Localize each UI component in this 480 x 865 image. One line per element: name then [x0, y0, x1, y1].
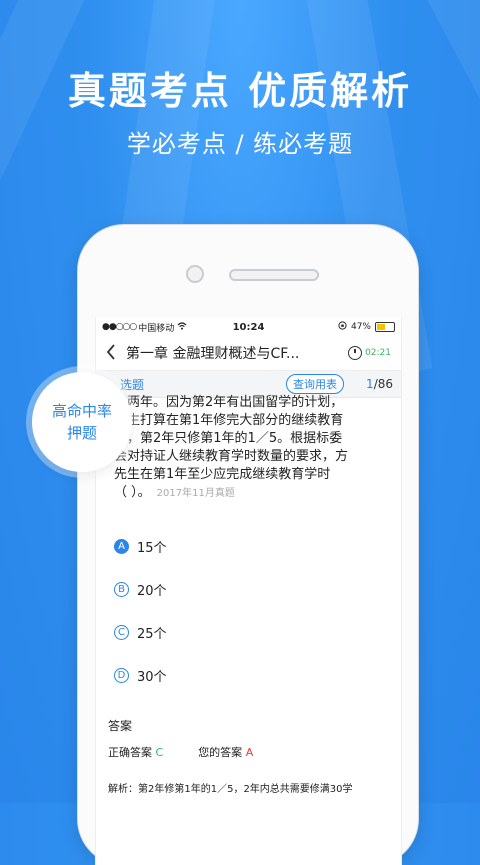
- your-answer-value: A: [245, 746, 254, 759]
- chapter-title: 第一章 金融理财概述与CF...: [126, 346, 300, 362]
- option-letter: A: [114, 539, 129, 554]
- correct-answer-value: C: [155, 746, 164, 759]
- promo-headline: 真题考点 优质解析: [67, 69, 413, 113]
- question-type-label: 选题: [120, 377, 145, 392]
- question-line: 先生打算在第1年修完大部分的继续教育: [114, 413, 344, 428]
- option-letter: D: [114, 668, 129, 683]
- analysis-text: 解析：第2年修第1年的1／5，2年内总共需要修满30学: [108, 784, 353, 795]
- high-hit-rate-badge: 高命中率 押题: [32, 372, 132, 472]
- battery-icon: [375, 322, 395, 332]
- battery-percent: 47%: [350, 322, 371, 332]
- badge-line-1: 高命中率: [51, 402, 112, 420]
- question-line: 会对持证人继续教育学时数量的要求，方: [114, 449, 349, 464]
- option-c[interactable]: C 25个: [114, 611, 401, 654]
- promo-subline: 学必考点 / 练必考题: [126, 130, 354, 158]
- answer-section: 答案 正确答案 C 您的答案 A 解析：第2年修第1年的1／5，2年内总共需要修…: [96, 717, 401, 795]
- stopwatch-icon: [348, 346, 363, 360]
- question-line: 时，第2年只修第1年的1／5。根据标委: [114, 431, 343, 446]
- timer[interactable]: 02:21: [348, 346, 391, 360]
- question-line: （ ）。: [114, 485, 151, 500]
- page-indicator: 1/86: [366, 377, 393, 391]
- nav-bar: 第一章 金融理财概述与CF... 02:21: [96, 336, 401, 371]
- answer-heading: 答案: [108, 719, 133, 733]
- question-line: 为两年。因为第2年有出国留学的计划，: [114, 395, 344, 410]
- correct-answer-label: 正确答案: [108, 746, 152, 759]
- your-answer-label: 您的答案: [198, 746, 243, 759]
- option-b[interactable]: B 20个: [114, 568, 401, 611]
- lookup-table-button[interactable]: 查询用表: [286, 374, 345, 394]
- question-source: 2017年11月真题: [156, 488, 235, 499]
- timer-value: 02:21: [365, 348, 391, 358]
- app-screen: ●●○○○ 中国移动 10:24 47% 第一章 金融理财概述与CF... 02…: [95, 318, 402, 865]
- rotation-lock-icon: [338, 321, 347, 333]
- status-bar: ●●○○○ 中国移动 10:24 47%: [96, 318, 401, 336]
- camera-icon: [186, 265, 204, 283]
- total-pages: /86: [373, 377, 393, 391]
- answer-row: 正确答案 C 您的答案 A: [108, 744, 401, 760]
- option-d[interactable]: D 30个: [114, 654, 401, 697]
- option-letter: B: [114, 582, 129, 597]
- option-text: 30个: [137, 670, 167, 685]
- current-page: 1: [366, 377, 374, 391]
- option-text: 20个: [137, 584, 167, 599]
- option-text: 15个: [137, 541, 167, 556]
- option-letter: C: [114, 625, 129, 640]
- speaker-grille: [229, 269, 319, 281]
- badge-line-2: 押题: [66, 424, 97, 442]
- option-text: 25个: [137, 627, 167, 642]
- option-a[interactable]: A 15个: [114, 525, 401, 568]
- options-list: A 15个 B 20个 C 25个 D 30个: [96, 525, 401, 697]
- question-line: 先生在第1年至少应完成继续教育学时: [114, 467, 331, 482]
- back-arrow-icon[interactable]: [106, 343, 116, 363]
- question-text: 为两年。因为第2年有出国留学的计划， 先生打算在第1年修完大部分的继续教育 时，…: [96, 394, 401, 503]
- phone-frame: ●●○○○ 中国移动 10:24 47% 第一章 金融理财概述与CF... 02…: [78, 225, 418, 865]
